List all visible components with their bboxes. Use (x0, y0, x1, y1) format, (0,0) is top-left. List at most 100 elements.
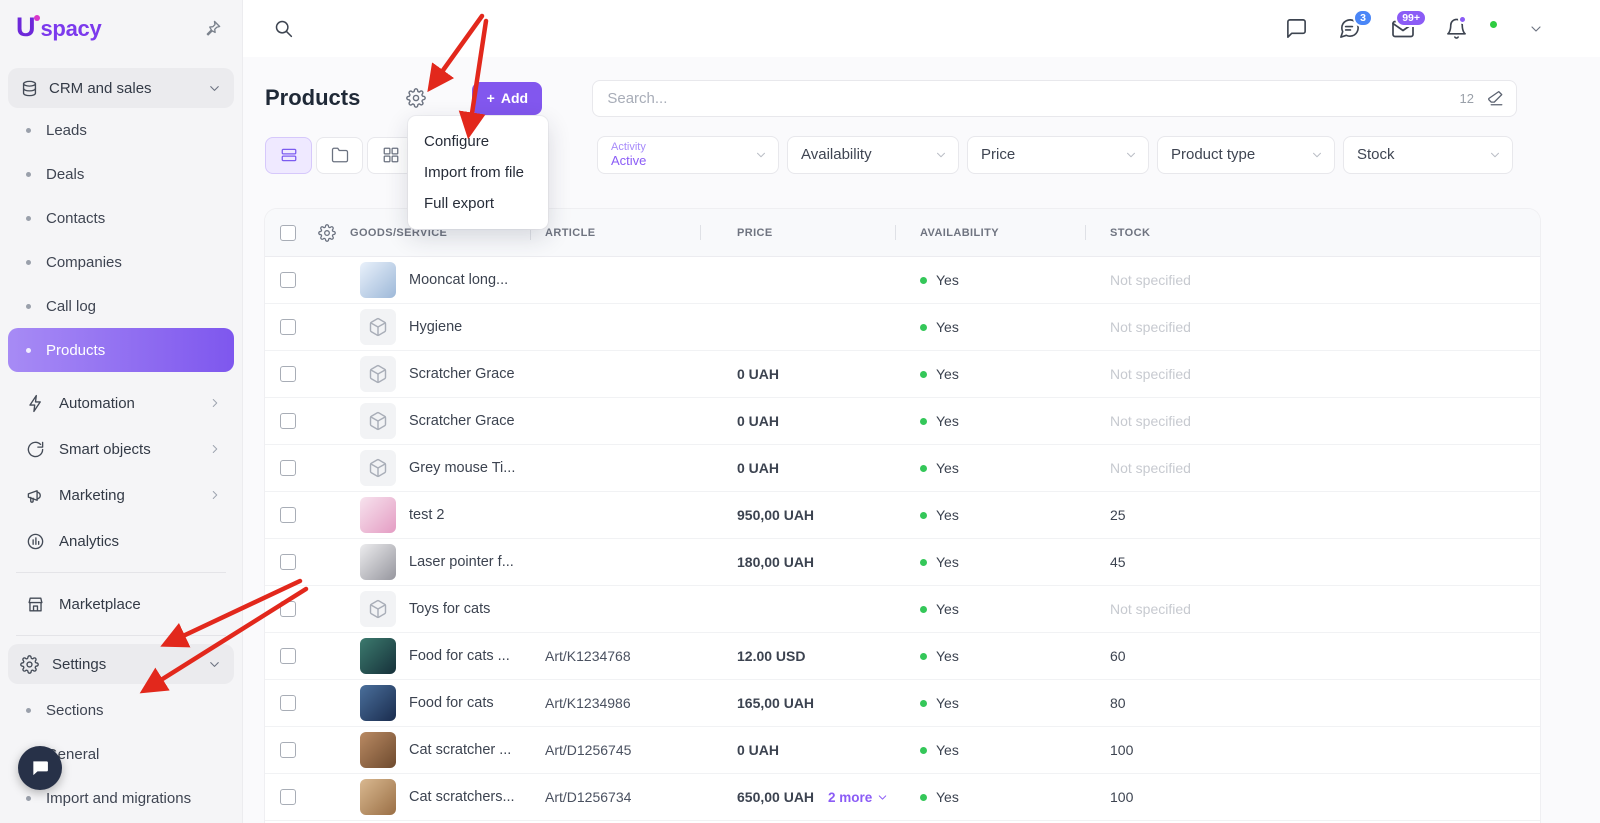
more-prices-link[interactable]: 2 more (828, 790, 889, 805)
table-row[interactable]: Mooncat long... Yes Not specified (265, 257, 1540, 304)
filter-value: Active (611, 154, 746, 169)
columns-settings-gear-icon[interactable] (309, 209, 350, 256)
product-name[interactable]: Cat scratchers... (409, 789, 515, 805)
row-checkbox[interactable] (280, 648, 296, 664)
product-name[interactable]: Food for cats ... (409, 648, 510, 664)
product-name[interactable]: Cat scratcher ... (409, 742, 511, 758)
product-name[interactable]: Food for cats (409, 695, 494, 711)
sidebar-item-analytics[interactable]: Analytics (8, 518, 234, 564)
product-name[interactable]: Scratcher Grace (409, 366, 515, 382)
sidebar-item-marketplace[interactable]: Marketplace (8, 581, 234, 627)
product-photo (360, 262, 396, 298)
table-row[interactable]: Toys for cats Yes Not specified (265, 586, 1540, 633)
article-cell (530, 445, 700, 491)
sidebar-item-label: Sections (46, 702, 104, 719)
table-row[interactable]: Hygiene Yes Not specified (265, 304, 1540, 351)
row-checkbox[interactable] (280, 507, 296, 523)
table-row[interactable]: Scratcher Grace 0 UAH Yes Not specified (265, 398, 1540, 445)
row-checkbox[interactable] (280, 460, 296, 476)
table-row[interactable]: Food for cats ... Art/K1234768 12.00 USD… (265, 633, 1540, 680)
table-row[interactable]: test 2 950,00 UAH Yes 25 (265, 492, 1540, 539)
sidebar-item[interactable]: Deals (8, 152, 234, 196)
row-checkbox[interactable] (280, 554, 296, 570)
column-availability[interactable]: AVAILABILITY (895, 209, 1085, 256)
comment-icon[interactable] (1285, 17, 1308, 40)
table-row[interactable]: Cat scratcher ... Art/D1256745 0 UAH Yes… (265, 727, 1540, 774)
list-view-toggle[interactable] (265, 137, 312, 174)
messenger-icon[interactable]: 3 (1338, 17, 1361, 40)
group-label: CRM and sales (49, 80, 152, 97)
eraser-icon[interactable] (1486, 89, 1504, 107)
sidebar-item-automation[interactable]: Automation (8, 380, 234, 426)
sidebar-item[interactable]: Call log (8, 284, 234, 328)
product-name[interactable]: Scratcher Grace (409, 413, 515, 429)
bell-icon[interactable] (1445, 17, 1468, 40)
column-stock[interactable]: STOCK (1085, 209, 1540, 256)
select-all-checkbox[interactable] (280, 225, 296, 241)
sidebar-item[interactable]: Leads (8, 108, 234, 152)
row-checkbox[interactable] (280, 413, 296, 429)
menu-item[interactable]: Import from file (408, 157, 548, 188)
filter-chip[interactable]: Activity Active (597, 136, 779, 174)
stock-value: 45 (1110, 554, 1126, 570)
product-name[interactable]: Hygiene (409, 319, 462, 335)
product-name[interactable]: Mooncat long... (409, 272, 508, 288)
row-checkbox[interactable] (280, 789, 296, 805)
settings-label: Settings (52, 656, 106, 673)
row-checkbox[interactable] (280, 319, 296, 335)
product-name[interactable]: Toys for cats (409, 601, 490, 617)
folder-view-toggle[interactable] (316, 137, 363, 174)
product-name[interactable]: Grey mouse Ti... (409, 460, 515, 476)
row-checkbox[interactable] (280, 695, 296, 711)
module-label: Marketplace (59, 596, 141, 613)
search-input[interactable] (607, 90, 1459, 107)
mail-icon[interactable]: 99+ (1391, 17, 1415, 41)
product-name[interactable]: Laser pointer f... (409, 554, 514, 570)
row-checkbox[interactable] (280, 272, 296, 288)
table-row[interactable]: Food for cats Art/K1234986 165,00 UAH Ye… (265, 680, 1540, 727)
filter-chip[interactable]: Price (967, 136, 1149, 174)
table-row[interactable]: Scratcher Grace 0 UAH Yes Not specified (265, 351, 1540, 398)
table-row[interactable]: Grey mouse Ti... 0 UAH Yes Not specified (265, 445, 1540, 492)
grid-view-toggle[interactable] (367, 137, 414, 174)
search-icon[interactable] (273, 18, 294, 39)
filter-chip[interactable]: Stock (1343, 136, 1513, 174)
availability-value: Yes (936, 413, 959, 429)
chevron-down-icon (207, 81, 222, 96)
uspacy-logo[interactable]: U spacy (16, 14, 101, 42)
menu-item[interactable]: Full export (408, 188, 548, 219)
row-checkbox[interactable] (280, 366, 296, 382)
sidebar-item-marketing[interactable]: Marketing (8, 472, 234, 518)
add-button[interactable]: + Add (472, 82, 542, 115)
filter-chip[interactable]: Product type (1157, 136, 1335, 174)
column-price[interactable]: PRICE (700, 209, 895, 256)
bullet-icon (26, 348, 31, 353)
pin-icon[interactable] (203, 19, 222, 38)
live-chat-launcher[interactable] (18, 746, 62, 790)
row-checkbox[interactable] (280, 742, 296, 758)
plus-icon: + (487, 90, 495, 106)
menu-item[interactable]: Configure (408, 126, 548, 157)
table-row[interactable]: Cat scratchers... Art/D1256734 650,00 UA… (265, 774, 1540, 821)
sidebar-item[interactable]: Products (8, 328, 234, 372)
filter-chip[interactable]: Availability (787, 136, 959, 174)
sidebar-item-smart-objects[interactable]: Smart objects (8, 426, 234, 472)
sidebar-item[interactable]: Companies (8, 240, 234, 284)
column-article[interactable]: ARTICLE (530, 209, 700, 256)
availability-dot (920, 747, 927, 754)
crm-nav: Leads Deals Contacts Companies Call log … (0, 108, 242, 372)
topbar-actions: 3 99+ (1285, 17, 1544, 41)
table-row[interactable]: Laser pointer f... 180,00 UAH Yes 45 (265, 539, 1540, 586)
row-checkbox[interactable] (280, 601, 296, 617)
product-name[interactable]: test 2 (409, 507, 444, 523)
sidebar-item[interactable]: Contacts (8, 196, 234, 240)
sidebar-item-settings[interactable]: Settings (8, 644, 234, 684)
chevron-down-icon[interactable] (1528, 21, 1544, 37)
availability-dot (920, 418, 927, 425)
article-cell (530, 304, 700, 350)
product-photo (360, 638, 396, 674)
sidebar-group-crm[interactable]: CRM and sales (8, 68, 234, 108)
sidebar-item[interactable]: Sections (8, 688, 234, 732)
products-settings-gear-icon[interactable] (406, 88, 426, 108)
stock-value: 60 (1110, 648, 1126, 664)
